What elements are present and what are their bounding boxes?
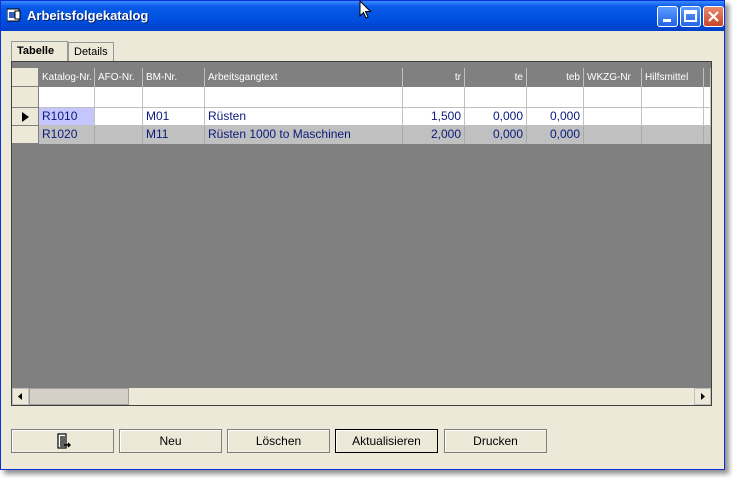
table-cell-hilfsmittel[interactable] [642,108,704,126]
table-cell[interactable] [642,87,704,108]
table-cell[interactable] [704,126,711,144]
drucken-button[interactable]: Drucken [444,429,547,453]
loeschen-button[interactable]: Löschen [227,429,330,453]
column-header-tr[interactable]: tr [403,68,465,87]
horizontal-scrollbar[interactable] [12,388,711,405]
tab-tabelle[interactable]: Tabelle [11,41,68,62]
scroll-left-button[interactable] [12,388,29,405]
row-selector[interactable] [12,126,39,144]
loeschen-button-label: Löschen [255,434,302,448]
aktualisieren-button[interactable]: Aktualisieren [335,429,438,453]
table-cell[interactable] [95,87,143,108]
table-cell[interactable] [704,87,711,108]
arrow-left-icon [18,393,22,400]
scroll-right-button[interactable] [694,388,711,405]
aktualisieren-button-label: Aktualisieren [352,434,421,448]
exit-button[interactable] [11,429,114,453]
row-selector[interactable] [12,87,39,108]
table-cell[interactable] [403,87,465,108]
column-header-afo[interactable]: AFO-Nr. [95,68,143,87]
close-icon [708,11,719,22]
table-cell-tr[interactable]: 2,000 [403,126,465,144]
tab-tabelle-label: Tabelle [17,45,55,57]
minimize-button[interactable] [657,6,678,27]
main-window: Arbeitsfolgekatalog Tabelle Details Kata… [0,0,725,470]
table-cell[interactable] [39,87,95,108]
window-title: Arbeitsfolgekatalog [27,8,149,23]
scroll-thumb[interactable] [29,388,129,405]
neu-button[interactable]: Neu [119,429,222,453]
column-header-hilfsmittel[interactable]: Hilfsmittel [642,68,704,87]
table-cell-teb[interactable]: 0,000 [527,108,584,126]
column-header-katalog[interactable]: Katalog-Nr. [39,68,95,87]
table-cell-katalog[interactable]: R1020 [39,126,95,144]
maximize-button[interactable] [680,6,701,27]
app-icon [7,8,21,22]
grid-header: Katalog-Nr. AFO-Nr. BM-Nr. Arbeitsgangte… [12,68,711,88]
table-cell-te[interactable]: 0,000 [465,108,527,126]
table-cell-teb[interactable]: 0,000 [527,126,584,144]
table-cell[interactable] [205,87,403,108]
header-corner [12,68,39,87]
table-cell-text[interactable]: Rüsten [205,108,403,126]
table-cell-tr[interactable]: 1,500 [403,108,465,126]
table-cell-te[interactable]: 0,000 [465,126,527,144]
table-cell-afo[interactable] [95,126,143,144]
column-header-te[interactable]: te [465,68,527,87]
table-cell[interactable] [704,108,711,126]
table-cell-bm[interactable]: M11 [143,126,205,144]
neu-button-label: Neu [159,434,182,448]
drucken-button-label: Drucken [473,434,518,448]
row-selector[interactable] [12,108,39,126]
mouse-cursor-icon [359,0,372,19]
column-header-arbeitsgangtext[interactable]: Arbeitsgangtext [205,68,403,87]
table-cell[interactable] [465,87,527,108]
table-cell[interactable] [143,87,205,108]
column-header-teb[interactable]: teb [527,68,584,87]
row-pointer-icon [22,112,29,122]
grid-panel: Katalog-Nr. AFO-Nr. BM-Nr. Arbeitsgangte… [11,61,712,406]
arrow-right-icon [701,393,705,400]
maximize-icon [684,10,697,22]
table-cell-hilfsmittel[interactable] [642,126,704,144]
table-cell-wkzg[interactable] [584,126,642,144]
table-cell-afo[interactable] [95,108,143,126]
tab-details-label: Details [74,46,108,58]
table-cell-text[interactable]: Rüsten 1000 to Maschinen [205,126,403,144]
table-cell-bm[interactable]: M01 [143,108,205,126]
table-cell[interactable] [527,87,584,108]
exit-door-icon [56,433,71,449]
close-button[interactable] [703,6,724,27]
tab-details[interactable]: Details [68,42,114,61]
column-header-wkzg[interactable]: WKZG-Nr [584,68,642,87]
table-cell[interactable] [584,87,642,108]
column-header-more[interactable] [704,68,711,87]
column-header-bm[interactable]: BM-Nr. [143,68,205,87]
minimize-icon [663,19,671,22]
table-cell-wkzg[interactable] [584,108,642,126]
table-cell-katalog[interactable]: R1010 [39,108,95,126]
